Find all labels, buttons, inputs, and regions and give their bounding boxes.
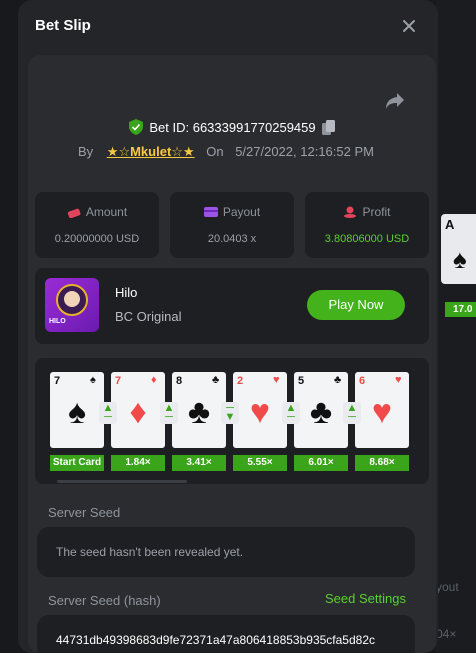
card-suit: ♥ xyxy=(371,393,393,431)
copy-icon[interactable] xyxy=(321,120,335,135)
shield-icon xyxy=(129,119,144,135)
higher-arrow-icon: ▲ ─ xyxy=(282,402,300,424)
modal-title: Bet Slip xyxy=(35,17,91,34)
by-label: By xyxy=(78,144,94,159)
playing-card: 8 ♣ ♣ xyxy=(172,372,226,448)
background-card-rank: A xyxy=(445,217,455,232)
background-right-panel xyxy=(436,0,476,653)
card-suit: ♥ xyxy=(249,393,271,431)
playing-card: 7 ♦ ♦ xyxy=(111,372,165,448)
card-suit: ♠ xyxy=(67,393,87,431)
bet-details-panel: Bet ID: 66333991770259459 By ★☆Mkulet☆★ … xyxy=(28,55,436,653)
card-rank: 5 xyxy=(298,375,305,387)
playing-card: 2 ♥ ♥ xyxy=(233,372,287,448)
multiplier-badge: 5.55× xyxy=(233,455,287,471)
higher-arrow-icon: ▲ ─ xyxy=(343,402,361,424)
arrow-glyph: ▲ ─ xyxy=(102,402,114,423)
payout-label-row: Payout xyxy=(170,205,294,221)
bet-meta-row: By ★☆Mkulet☆★ On 5/27/2022, 12:16:52 PM xyxy=(78,144,374,160)
play-now-button[interactable]: Play Now xyxy=(307,290,405,320)
game-name: Hilo xyxy=(115,285,138,300)
close-icon xyxy=(403,20,415,32)
playing-card: 7 ♠ ♠ xyxy=(50,372,104,448)
server-seed-label: Server Seed xyxy=(48,505,121,520)
card-suit: ♣ xyxy=(187,393,211,431)
payout-value: 20.0403 x xyxy=(207,233,257,245)
multiplier-badge: Start Card xyxy=(50,455,104,471)
card-suit: ♦ xyxy=(129,393,147,431)
amount-stat: Amount 0.20000000 USD xyxy=(35,192,159,258)
card-suit-small: ♣ xyxy=(334,374,342,386)
background-multiplier: 17.0 xyxy=(445,302,476,317)
bet-datetime: 5/27/2022, 12:16:52 PM xyxy=(235,144,374,159)
coin-stack-icon xyxy=(343,206,357,221)
multiplier-badge: 3.41× xyxy=(172,455,226,471)
multiplier-badge: 1.84× xyxy=(111,455,165,471)
thumbnail-character xyxy=(64,291,80,307)
profit-label: Profit xyxy=(362,205,391,219)
wallet-icon xyxy=(203,206,218,221)
modal-header: Bet Slip xyxy=(18,0,438,52)
thumbnail-label: HILO xyxy=(49,318,66,325)
amount-value: 0.20000000 USD xyxy=(54,233,140,245)
background-card-suit: ♠ xyxy=(453,244,467,274)
card-rank: 8 xyxy=(176,375,183,387)
amount-label: Amount xyxy=(85,205,128,219)
arrow-glyph: ▲ ─ xyxy=(285,402,297,423)
server-seed-hash-label: Server Seed (hash) xyxy=(48,593,161,608)
higher-arrow-icon: ▲ ─ xyxy=(99,402,117,424)
card-rank: 6 xyxy=(359,375,366,387)
higher-arrow-icon: ▲ ─ xyxy=(160,402,178,424)
payout-stat: Payout 20.0403 x xyxy=(170,192,294,258)
arrow-glyph: ─ ▼ xyxy=(224,402,236,423)
card-rank: 7 xyxy=(115,375,122,387)
lower-arrow-icon: ─ ▼ xyxy=(221,402,239,424)
background-card: A ♠ xyxy=(441,214,476,284)
arrow-glyph: ▲ ─ xyxy=(163,402,175,423)
bet-id: Bet ID: 66333991770259459 xyxy=(149,120,316,135)
server-seed-hash-field[interactable]: 44731db49398683d9fe72371a47a806418853b93… xyxy=(37,615,415,653)
bet-slip-modal: Bet Slip Bet ID: 66333991770259459 By ★☆… xyxy=(18,0,438,653)
playing-card: 6 ♥ ♥ xyxy=(355,372,409,448)
close-button[interactable] xyxy=(398,15,420,37)
profit-value: 3.80806000 USD xyxy=(324,233,410,245)
profit-stat: Profit 3.80806000 USD xyxy=(305,192,429,258)
card-suit-small: ♦ xyxy=(151,374,157,386)
profit-label-row: Profit xyxy=(305,205,429,221)
username-link[interactable]: ★☆Mkulet☆★ xyxy=(107,144,195,159)
playing-card: 5 ♣ ♣ xyxy=(294,372,348,448)
horizontal-scrollbar[interactable] xyxy=(57,480,187,483)
card-suit-small: ♥ xyxy=(395,374,402,386)
seed-settings-link[interactable]: Seed Settings xyxy=(325,591,406,606)
background-text: yout xyxy=(436,580,459,594)
on-label: On xyxy=(206,144,224,159)
multiplier-badge: 6.01× xyxy=(294,455,348,471)
share-icon[interactable] xyxy=(385,92,405,110)
bet-id-row: Bet ID: 66333991770259459 xyxy=(28,119,436,135)
card-history[interactable]: 7 ♠ ♠ Start Card 7 ♦ ♦ 1.84× ▲ ─ 8 ♣ ♣ 3.41× ▲ ─ 2 ♥ ♥ 5.55… xyxy=(35,358,429,484)
background-text: 04× xyxy=(436,627,457,641)
payout-label: Payout xyxy=(222,205,261,219)
game-card: HILO Hilo BC Original Play Now xyxy=(35,268,429,344)
card-suit-small: ♥ xyxy=(273,374,280,386)
arrow-glyph: ▲ ─ xyxy=(346,402,358,423)
amount-label-row: Amount xyxy=(35,205,159,221)
server-seed-field: The seed hasn't been revealed yet. xyxy=(37,527,415,577)
card-rank: 2 xyxy=(237,375,244,387)
coins-icon xyxy=(67,206,81,221)
multiplier-badge: 8.68× xyxy=(355,455,409,471)
game-thumbnail[interactable]: HILO xyxy=(45,278,99,332)
card-rank: 7 xyxy=(54,375,61,387)
game-provider: BC Original xyxy=(115,309,182,324)
card-suit-small: ♣ xyxy=(212,374,220,386)
bet-stats: Amount 0.20000000 USD Payout 20.0403 x P… xyxy=(35,192,429,258)
card-suit-small: ♠ xyxy=(90,374,96,386)
card-suit: ♣ xyxy=(309,393,333,431)
